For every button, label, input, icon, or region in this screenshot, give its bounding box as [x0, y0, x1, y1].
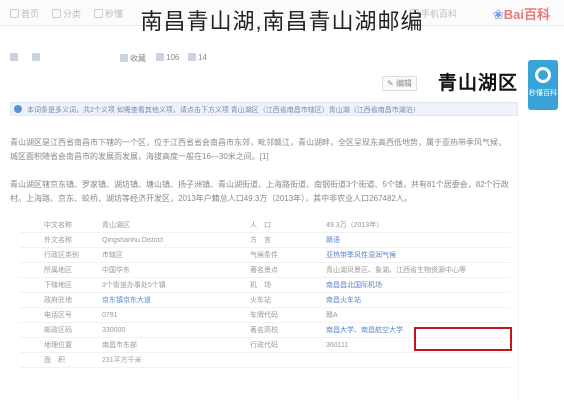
- table-row: 外文名称 Qingshanhu District 方 言 赣语: [20, 233, 510, 248]
- climate-link[interactable]: 亚热带季风性湿润气候: [326, 251, 396, 260]
- postal-code-highlight-box: [414, 327, 512, 351]
- summary-paragraph-1: 青山湖区是江西省南昌市下辖的一个区，位于江西省省会南昌市东郊，毗邻赣江，青山湖畔…: [10, 138, 506, 161]
- share-button-2[interactable]: [32, 53, 42, 62]
- share-icon: [10, 53, 18, 61]
- entry-action-bar: 收藏 106 14: [10, 50, 500, 68]
- share-icon: [188, 53, 196, 61]
- table-row: 下辖地区 3个街道办事处5个镇 机 场 南昌昌北国际机场: [20, 278, 510, 293]
- pencil-icon: ✎: [387, 79, 394, 88]
- table-row: 所属地区 中国华东 著名景点 青山湖风景区、象湖、江西省生物资源中心等: [20, 263, 510, 278]
- share-icon: [32, 53, 40, 61]
- thumbs-up-icon: [156, 53, 164, 61]
- play-ring-icon: [535, 67, 551, 83]
- universities-link[interactable]: 南昌大学、南昌航空大学: [326, 326, 403, 335]
- table-row: 面 积 231平方千米: [20, 353, 510, 368]
- dialect-link[interactable]: 赣语: [326, 236, 340, 245]
- like-button[interactable]: 106: [156, 53, 179, 62]
- info-icon: [14, 105, 22, 113]
- share-button[interactable]: [10, 53, 20, 62]
- table-row: 政府驻地 京东镇京东大道 火车站 南昌火车站: [20, 293, 510, 308]
- favorite-button[interactable]: 收藏: [120, 53, 146, 64]
- content-divider: [518, 120, 519, 400]
- government-seat-link[interactable]: 京东镇京东大道: [102, 296, 151, 305]
- star-icon: [120, 54, 128, 62]
- entry-title: 青山湖区: [437, 73, 518, 94]
- table-row: 电话区号 0791 车牌代码 赣A: [20, 308, 510, 323]
- video-explain-float-button[interactable]: 秒懂百科: [528, 60, 558, 110]
- postal-code-value: 330000: [102, 327, 126, 334]
- share-count-button[interactable]: 14: [188, 53, 207, 62]
- overlay-title: 南昌青山湖,南昌青山湖邮编: [140, 9, 424, 34]
- summary-paragraph-2: 青山湖区辖京东镇、罗家镇、湖坊镇、塘山镇、扬子洲镇、青山湖街道、上海路街道、南钢…: [10, 180, 509, 203]
- airport-link[interactable]: 南昌昌北国际机场: [326, 281, 382, 290]
- polysemy-notice: 本词条是多义词，共2个义项 如需查看其他义项，请点击下方义项 青山湖区（江西省南…: [10, 102, 518, 116]
- table-row: 行政区类别 市辖区 气候条件 亚热带季风性湿润气候: [20, 248, 510, 263]
- train-station-link[interactable]: 南昌火车站: [326, 296, 361, 305]
- table-row: 中文名称 青山湖区 人 口 49.3万（2013年）: [20, 218, 510, 233]
- entry-header: ✎ 编辑 青山湖区: [10, 68, 518, 96]
- edit-button[interactable]: ✎ 编辑: [382, 76, 417, 91]
